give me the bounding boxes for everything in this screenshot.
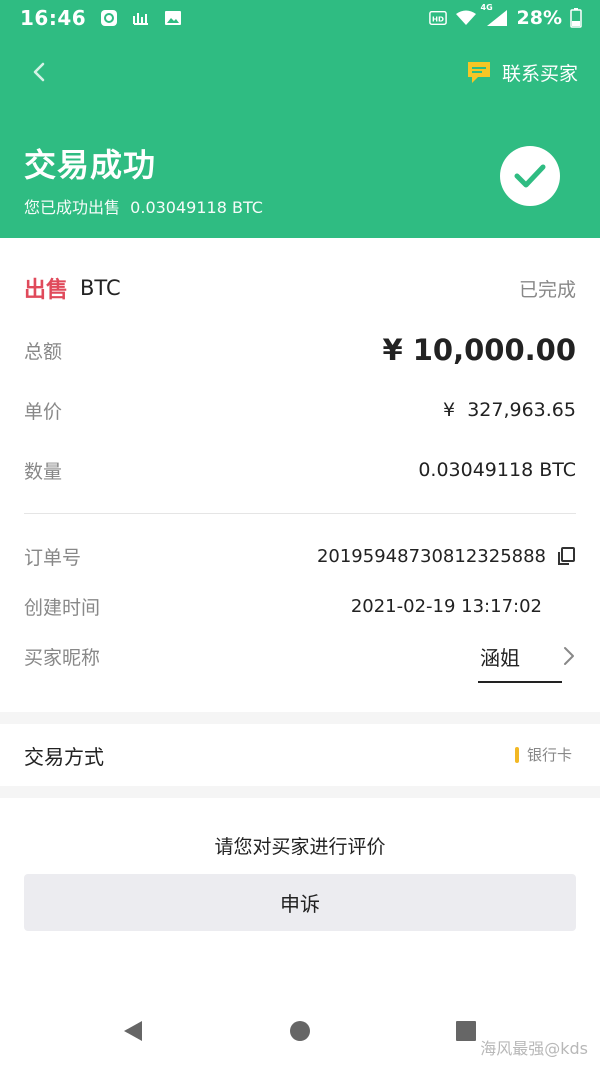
buyer-label: 买家昵称 (24, 646, 101, 669)
network-type: 4G (480, 3, 493, 12)
copy-icon (558, 547, 575, 565)
created-time-label: 创建时间 (24, 596, 101, 619)
payment-method-label: 交易方式 (24, 745, 104, 769)
hd-icon: HD (428, 9, 447, 27)
price-row: 单价 ¥ 327,963.65 (24, 394, 576, 426)
quantity-label: 数量 (24, 460, 63, 483)
chat-notification-icon (100, 9, 118, 27)
check-circle (500, 146, 560, 206)
order-coin: BTC (80, 276, 121, 300)
order-status: 已完成 (518, 278, 576, 301)
status-time: 16:46 (20, 6, 87, 30)
quantity-row: 数量 0.03049118 BTC (24, 454, 576, 486)
total-row: 总额 ¥ 10,000.00 (24, 330, 576, 370)
appeal-button[interactable]: 申诉 (24, 874, 576, 931)
check-icon (514, 164, 546, 188)
created-time-row: 创建时间 2021-02-19 13:17:02 (24, 590, 576, 622)
square-recents-icon (456, 1021, 476, 1041)
divider (24, 513, 576, 514)
success-banner: 交易成功 您已成功出售 0.03049118 BTC (0, 108, 600, 238)
price-label: 单价 (24, 400, 63, 423)
payment-method-row[interactable]: 交易方式 银行卡 (0, 724, 600, 786)
payment-marker (514, 746, 519, 763)
circle-home-icon (290, 1021, 310, 1041)
action-area: 请您对买家进行评价 申诉 海风最强@kds (0, 798, 600, 1067)
image-icon (164, 9, 182, 27)
buyer-name: 涵姐 (478, 642, 562, 683)
total-label: 总额 (24, 340, 63, 363)
svg-text:HD: HD (432, 15, 444, 24)
quantity-value: 0.03049118 BTC (418, 459, 576, 481)
header: 16:46 HD 4G 28% 联系买家 交易成功 您已成功出售 0.03049… (0, 0, 600, 238)
buyer-row: 买家昵称 涵姐 (24, 636, 576, 683)
success-title: 交易成功 (24, 146, 157, 184)
nav-bar: 联系买家 (0, 40, 600, 104)
message-icon (467, 62, 490, 83)
total-value: ¥ 10,000.00 (382, 333, 576, 367)
status-bar: 16:46 HD 4G 28% (0, 0, 600, 36)
back-button[interactable] (24, 52, 54, 92)
price-value: ¥ 327,963.65 (443, 399, 576, 421)
system-recents-button[interactable] (451, 1016, 481, 1046)
shan-app-icon (132, 9, 150, 27)
system-home-button[interactable] (285, 1016, 315, 1046)
system-back-button[interactable] (118, 1016, 148, 1046)
order-number-value: 20195948730812325888 (316, 545, 546, 567)
copy-button[interactable] (556, 546, 576, 566)
watermark: 海风最强@kds (480, 1039, 588, 1058)
review-buyer-link[interactable]: 请您对买家进行评价 (0, 832, 600, 859)
signal-icon: 4G (481, 3, 509, 27)
chevron-left-icon (33, 62, 45, 82)
success-subtitle: 您已成功出售 0.03049118 BTC (24, 198, 263, 217)
buyer-link[interactable]: 涵姐 (478, 636, 576, 683)
wifi-icon (455, 9, 477, 27)
order-header-row: 出售 BTC 已完成 (24, 270, 576, 306)
triangle-back-icon (124, 1021, 142, 1041)
order-number-label: 订单号 (24, 546, 82, 569)
battery-percent: 28% (516, 7, 562, 29)
payment-method-badge: 银行卡 (514, 744, 572, 765)
order-side: 出售 (24, 278, 69, 303)
payment-method-value: 银行卡 (526, 746, 572, 764)
order-number-row: 订单号 20195948730812325888 (24, 540, 576, 572)
chevron-right-icon (564, 647, 574, 665)
order-details-card: 出售 BTC 已完成 总额 ¥ 10,000.00 单价 ¥ 327,963.6… (0, 238, 600, 712)
contact-buyer-button[interactable]: 联系买家 (466, 59, 578, 86)
created-time-value: 2021-02-19 13:17:02 (350, 595, 542, 617)
contact-buyer-label: 联系买家 (501, 62, 578, 85)
battery-icon (570, 8, 582, 28)
